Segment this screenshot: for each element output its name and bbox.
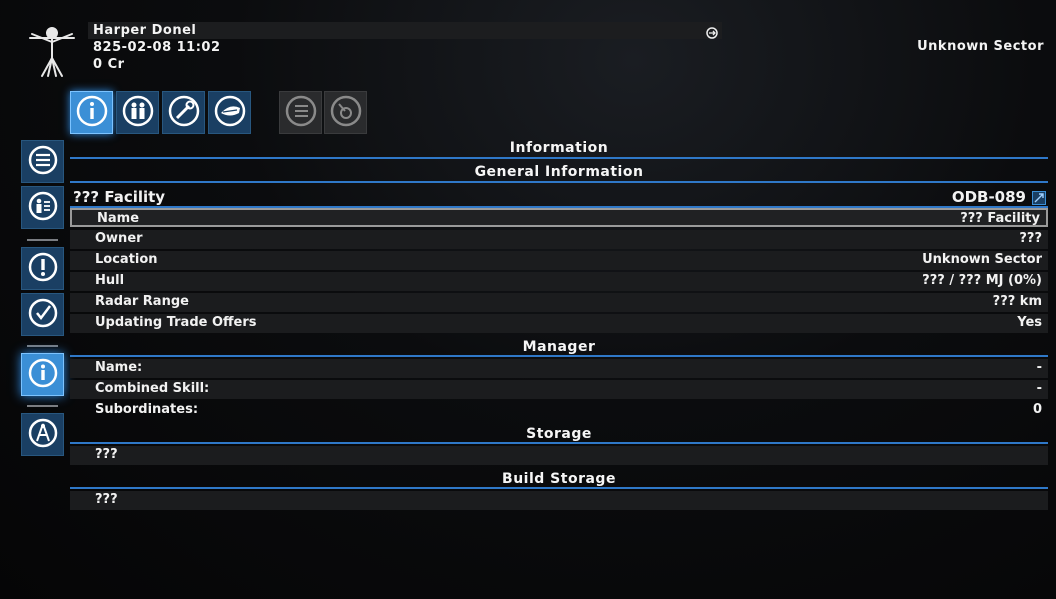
section-divider — [70, 487, 1048, 489]
row-key: Updating Trade Offers — [95, 315, 257, 330]
storage-row[interactable]: ??? — [70, 446, 1048, 465]
pilot-name: Harper Donel — [93, 23, 197, 38]
sidebar-divider — [27, 405, 58, 407]
expand-icon[interactable] — [1032, 190, 1046, 205]
info-row-trade-offers[interactable]: Updating Trade Offers Yes — [70, 314, 1048, 333]
object-name: ??? Facility — [73, 188, 166, 206]
tab-ships[interactable] — [208, 91, 251, 134]
row-key: ??? — [95, 447, 118, 462]
row-key: Hull — [95, 273, 125, 288]
row-key: Combined Skill: — [95, 381, 210, 396]
tab-crew[interactable] — [116, 91, 159, 134]
manager-row-skill[interactable]: Combined Skill: - — [70, 380, 1048, 399]
row-value: Yes — [1017, 315, 1042, 330]
manager-row-subordinates[interactable]: Subordinates: 0 — [70, 401, 1048, 420]
tab-information[interactable] — [70, 91, 113, 134]
sidebar-personnel[interactable] — [21, 186, 64, 229]
menu-icon — [27, 144, 59, 180]
sidebar-navigation[interactable] — [21, 413, 64, 456]
info-row-hull[interactable]: Hull ??? / ??? MJ (0%) — [70, 272, 1048, 291]
sidebar-info[interactable] — [21, 353, 64, 396]
section-divider — [70, 442, 1048, 444]
build-storage-row[interactable]: ??? — [70, 491, 1048, 510]
manager-row-name[interactable]: Name: - — [70, 359, 1048, 378]
row-key: Subordinates: — [95, 402, 199, 417]
compass-icon — [27, 417, 59, 453]
alert-icon — [27, 251, 59, 287]
sidebar-divider — [27, 345, 58, 347]
check-icon — [27, 297, 59, 333]
sidebar-divider — [27, 239, 58, 241]
tab-disc-disabled — [324, 91, 367, 134]
info-icon — [27, 357, 59, 393]
row-key: Name — [97, 211, 140, 226]
refresh-icon[interactable] — [705, 25, 719, 39]
row-key: Name: — [95, 360, 143, 375]
current-sector: Unknown Sector — [917, 39, 1044, 54]
row-value: ??? — [1019, 231, 1042, 246]
row-value: ??? Facility — [960, 211, 1040, 226]
tab-list-disabled — [279, 91, 322, 134]
row-value: ??? km — [992, 294, 1042, 309]
section-divider — [70, 355, 1048, 357]
section-manager-title: Manager — [522, 339, 596, 355]
info-row-location[interactable]: Location Unknown Sector — [70, 251, 1048, 270]
sidebar-missions[interactable] — [21, 293, 64, 336]
people-list-icon — [27, 190, 59, 226]
ship-icon — [213, 94, 247, 132]
row-value: Unknown Sector — [922, 252, 1042, 267]
credits: 0 Cr — [93, 57, 125, 72]
row-key: Owner — [95, 231, 143, 246]
disc-icon — [329, 94, 363, 132]
object-code: ODB-089 — [951, 188, 1026, 206]
section-storage-title: Storage — [526, 426, 592, 442]
row-value: - — [1036, 360, 1042, 375]
wrench-icon — [167, 94, 201, 132]
row-value: - — [1036, 381, 1042, 396]
row-value: ??? / ??? MJ (0%) — [922, 273, 1042, 288]
info-row-name[interactable]: Name ??? Facility — [70, 208, 1048, 227]
sidebar-menu[interactable] — [21, 140, 64, 183]
info-row-owner[interactable]: Owner ??? — [70, 230, 1048, 249]
section-divider — [70, 181, 1048, 183]
info-row-radar-range[interactable]: Radar Range ??? km — [70, 293, 1048, 312]
vitruvian-avatar-icon — [24, 24, 80, 80]
sidebar-alerts[interactable] — [21, 247, 64, 290]
row-key: ??? — [95, 492, 118, 507]
row-value: 0 — [1032, 402, 1042, 417]
game-datetime: 825-02-08 11:02 — [93, 40, 221, 55]
row-key: Location — [95, 252, 158, 267]
section-information-title: Information — [509, 140, 609, 156]
tab-modules[interactable] — [162, 91, 205, 134]
info-icon — [75, 94, 109, 132]
section-build-storage-title: Build Storage — [502, 471, 616, 487]
crew-icon — [121, 94, 155, 132]
section-divider — [70, 157, 1048, 159]
list-icon — [284, 94, 318, 132]
section-general-title: General Information — [474, 164, 644, 180]
row-key: Radar Range — [95, 294, 189, 309]
